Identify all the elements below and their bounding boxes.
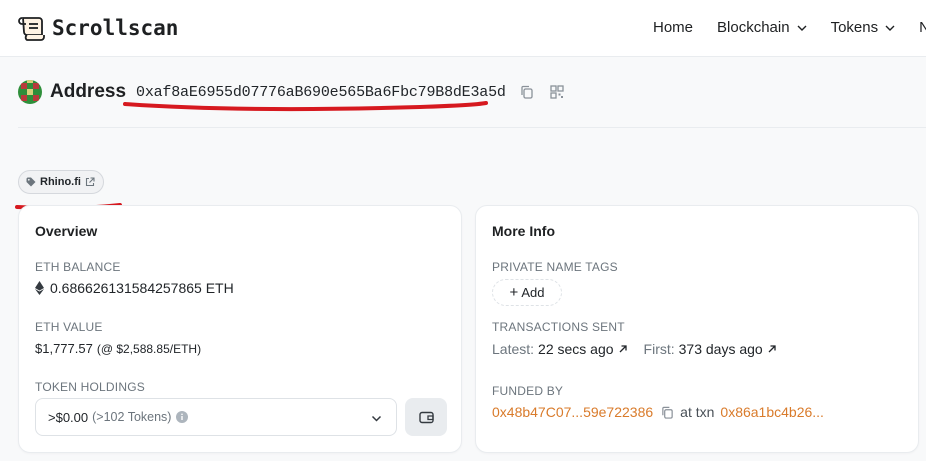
qr-code-icon[interactable] [550,85,564,99]
eth-balance-value: 0.686626131584257865 ETH [50,280,234,296]
overview-title: Overview [35,223,98,239]
scroll-logo-icon [18,17,45,41]
nav-tokens[interactable]: Tokens [831,19,896,36]
chevron-down-icon [885,25,895,31]
address-avatar [18,80,42,104]
token-count: (>102 Tokens) [92,410,172,424]
logo[interactable]: Scrollscan [18,14,178,42]
nav-more[interactable]: N [919,19,926,36]
token-holdings-label: TOKEN HOLDINGS [35,380,145,394]
eth-value: $1,777.57 (@ $2,588.85/ETH) [35,341,201,356]
address-header: Address 0xaf8aE6955d07776aB690e565Ba6Fbc… [18,78,564,106]
nav-tokens-label: Tokens [830,19,879,36]
info-icon[interactable] [176,411,189,423]
nav-home[interactable]: Home [653,19,693,36]
transactions-sent-label: TRANSACTIONS SENT [492,320,625,334]
chevron-down-icon [371,415,382,422]
eth-value-amount: $1,777.57 [35,341,93,356]
token-holdings-dropdown[interactable]: >$0.00 (>102 Tokens) [35,398,397,436]
logo-text: Scrollscan [52,16,179,40]
funded-by-address-link[interactable]: 0x48b47C07...59e722386 [492,404,653,420]
more-info-card: More Info PRIVATE NAME TAGS + Add TRANSA… [475,205,919,453]
transactions-sent: Latest: 22 secs ago First: 373 days ago [492,341,777,357]
more-info-title: More Info [492,223,555,239]
nav-home-label: Home [653,19,694,36]
external-link-icon[interactable] [85,177,95,187]
token-holdings-value: >$0.00 [48,409,89,425]
eth-balance: 0.686626131584257865 ETH [35,280,234,296]
nav-blockchain[interactable]: Blockchain [717,19,807,36]
private-tags-label: PRIVATE NAME TAGS [492,260,618,274]
overview-card: Overview ETH BALANCE 0.68662613158425786… [18,205,462,453]
tag-icon [26,177,36,187]
ethereum-icon [35,281,44,295]
arrow-up-right-icon[interactable] [618,344,628,354]
add-label: Add [521,285,545,300]
nav-more-label: N [919,19,926,36]
latest-label: Latest: [492,341,535,357]
nav-blockchain-label: Blockchain [717,19,790,36]
first-value[interactable]: 373 days ago [679,341,763,357]
eth-balance-label: ETH BALANCE [35,260,121,274]
chevron-down-icon [797,25,807,31]
address-value[interactable]: 0xaf8aE6955d07776aB690e565Ba6Fbc79B8dE3a… [136,84,506,101]
funded-by-label: FUNDED BY [492,384,564,398]
tag-label: Rhino.fi [40,176,81,188]
copy-icon[interactable] [520,85,534,99]
funded-txn-link[interactable]: 0x86a1bc4b26... [720,404,824,420]
plus-icon: + [509,284,519,301]
first-label: First: [643,341,675,357]
add-private-tag-button[interactable]: + Add [492,279,562,306]
page-title: Address [50,81,127,102]
funded-by: 0x48b47C07...59e722386 at txn 0x86a1bc4b… [492,404,824,420]
at-txn-label: at txn [680,404,715,420]
arrow-up-right-icon[interactable] [767,344,777,354]
latest-value[interactable]: 22 secs ago [538,341,614,357]
eth-price: (@ $2,588.85/ETH) [96,341,202,356]
name-tag-badge[interactable]: Rhino.fi [18,170,104,194]
section-divider [18,127,926,128]
eth-value-label: ETH VALUE [35,320,103,334]
wallet-button[interactable] [405,398,447,436]
main-nav: Home Blockchain Tokens N [653,19,926,36]
top-navbar: Scrollscan Home Blockchain Tokens N [0,0,926,57]
copy-icon[interactable] [661,406,674,419]
wallet-icon [418,411,434,423]
